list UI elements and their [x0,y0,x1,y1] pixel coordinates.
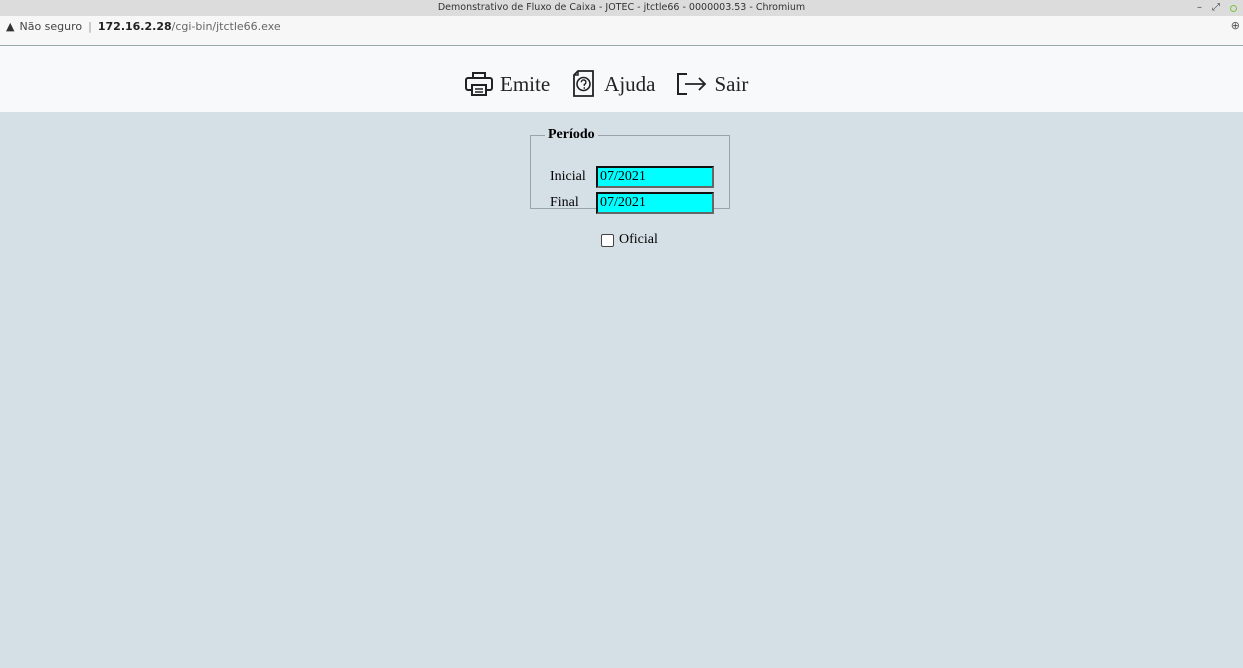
window-titlebar: Demonstrativo de Fluxo de Caixa - JOTEC … [0,0,1243,16]
inicial-row: Inicial [550,166,714,188]
printer-icon [465,72,493,96]
ajuda-label: Ajuda [604,71,656,96]
close-button[interactable] [1230,4,1237,12]
emite-label: Emite [500,71,551,96]
zoom-icon[interactable]: ⊕ [1231,19,1240,32]
sair-button[interactable]: Sair [675,72,748,97]
oficial-checkbox[interactable] [601,233,614,247]
url-host[interactable]: 172.16.2.28 [98,20,172,33]
inicial-input[interactable] [596,166,714,188]
oficial-option[interactable]: Oficial [601,232,658,248]
window-controls: – ⤢ [1197,0,1237,16]
url-path[interactable]: /cgi-bin/jtctle66.exe [172,20,281,33]
emite-button[interactable]: Emite [464,71,550,97]
final-row: Final [550,192,714,214]
maximize-button[interactable]: ⤢ [1212,0,1220,16]
final-label: Final [550,195,579,210]
periodo-legend: Período [548,127,595,142]
address-separator: | [88,20,92,33]
sair-label: Sair [714,71,749,96]
inicial-label: Inicial [550,169,586,184]
security-label[interactable]: Não seguro [19,20,82,33]
exit-icon [677,73,707,95]
warning-icon[interactable]: ▲ [6,20,14,33]
action-toolbar: Emite Ajuda Sair [0,46,1243,112]
final-input[interactable] [596,192,714,214]
periodo-fieldset: Período Inicial Final [530,127,730,214]
help-document-icon [573,70,595,97]
ajuda-button[interactable]: Ajuda [568,70,655,98]
minimize-button[interactable]: – [1197,0,1202,16]
oficial-label[interactable]: Oficial [619,232,658,248]
address-bar[interactable]: ▲ Não seguro | 172.16.2.28/cgi-bin/jtctl… [0,16,1243,46]
window-title: Demonstrativo de Fluxo de Caixa - JOTEC … [437,2,806,13]
